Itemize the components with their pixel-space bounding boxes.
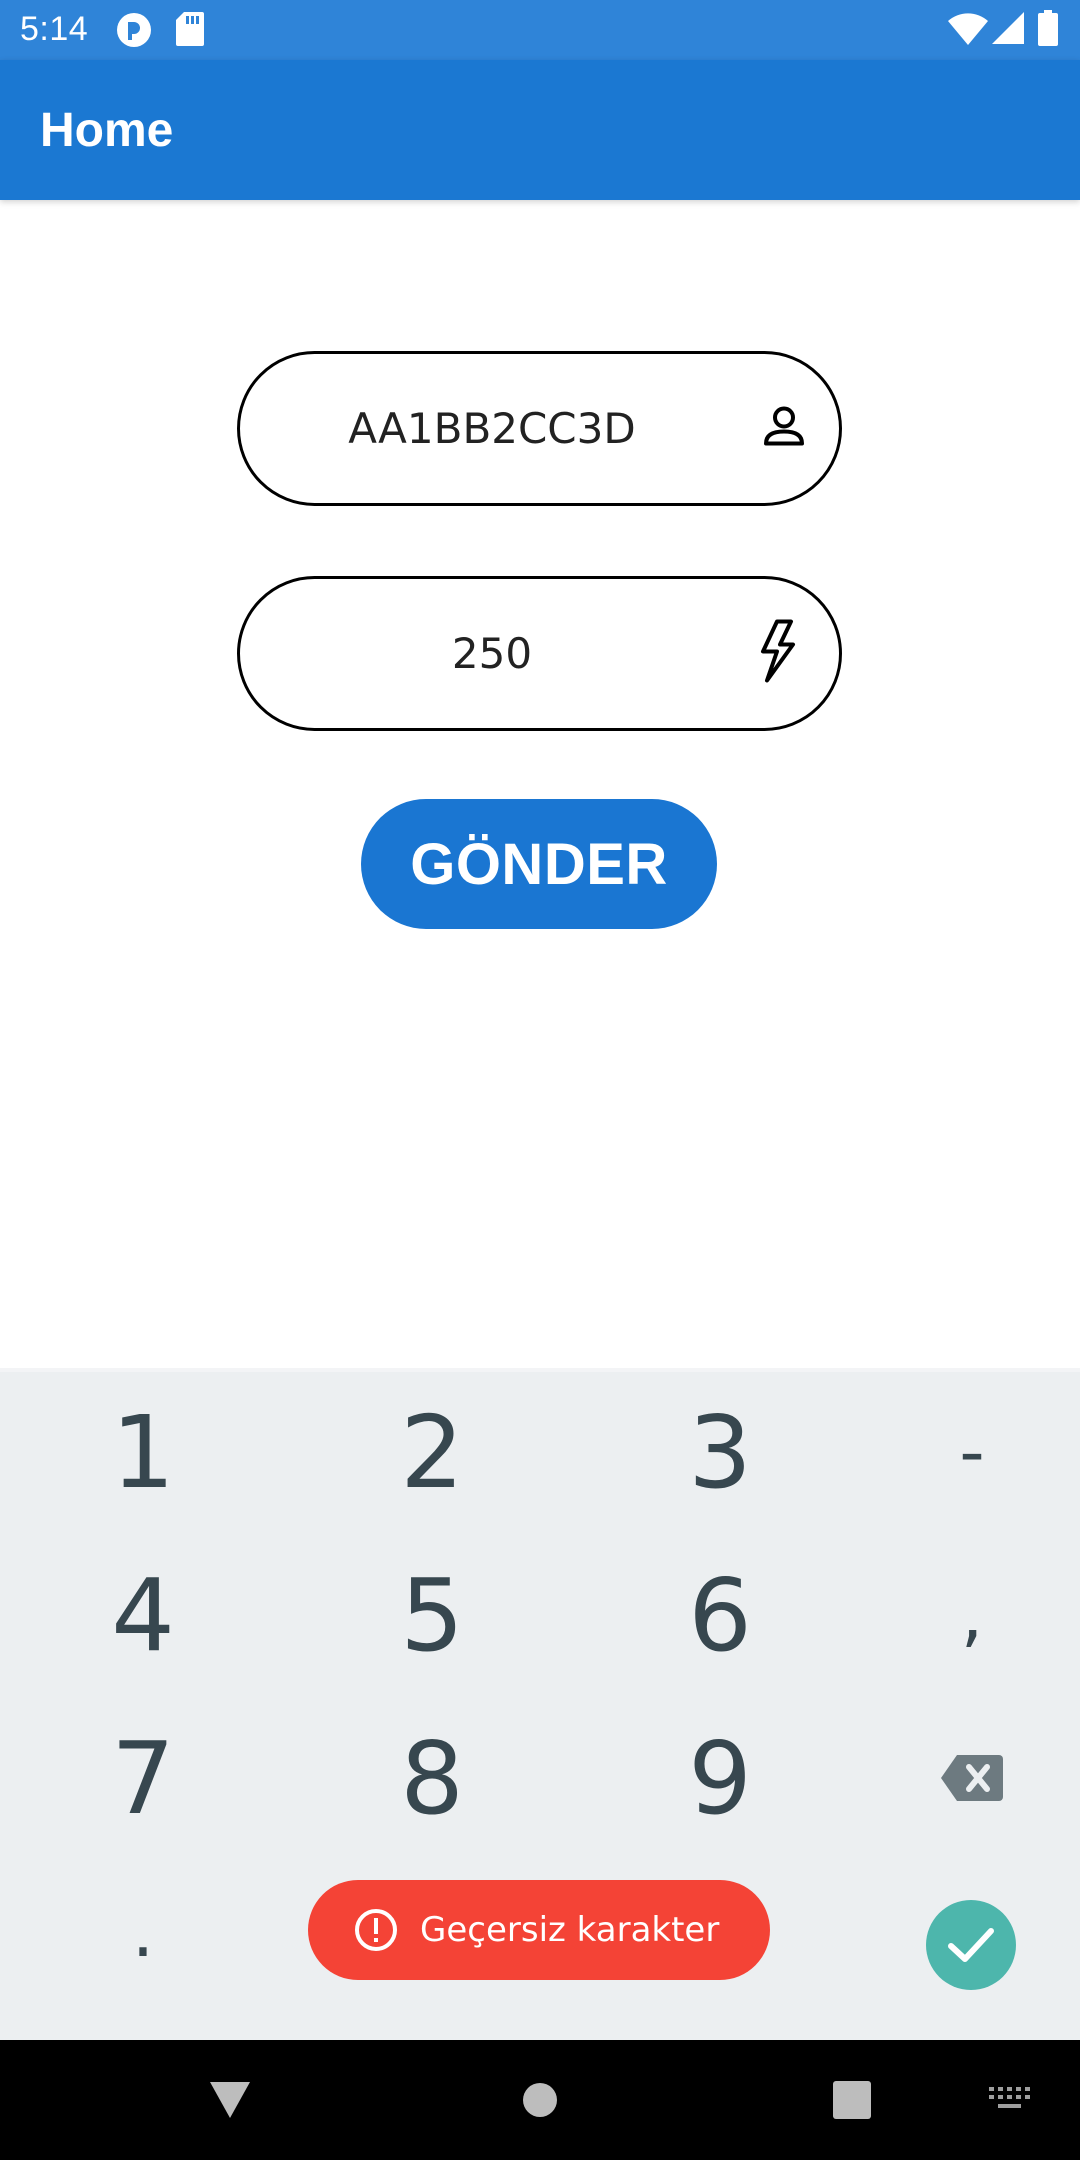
key-6[interactable]: 6: [610, 1535, 830, 1695]
navigation-bar: [0, 2040, 1080, 2160]
key-8[interactable]: 8: [322, 1698, 542, 1858]
key-minus[interactable]: -: [862, 1372, 1080, 1532]
key-1[interactable]: 1: [33, 1372, 253, 1532]
send-button[interactable]: GÖNDER: [361, 799, 717, 929]
app-bar: Home: [0, 60, 1080, 200]
key-7[interactable]: 7: [33, 1698, 253, 1858]
nav-back-button[interactable]: [190, 2040, 270, 2160]
page-title: Home: [40, 104, 174, 157]
back-triangle-icon: [210, 2082, 250, 2118]
toast-message: Geçersiz karakter: [420, 1910, 720, 1950]
app-notification-icon: [116, 12, 152, 53]
key-4[interactable]: 4: [33, 1535, 253, 1695]
key-comma[interactable]: ,: [862, 1535, 1080, 1695]
key-9[interactable]: 9: [610, 1698, 830, 1858]
recents-square-icon: [833, 2081, 871, 2119]
error-icon: [355, 1909, 397, 1951]
status-time: 5:14: [20, 10, 89, 48]
backspace-icon: [941, 1755, 1003, 1801]
battery-icon: [1038, 10, 1058, 51]
code-input[interactable]: [240, 354, 839, 503]
done-key[interactable]: [926, 1900, 1016, 1990]
lightning-icon: [755, 618, 799, 689]
home-circle-icon: [523, 2083, 557, 2117]
cell-signal-icon: [992, 12, 1024, 49]
amount-input[interactable]: [240, 579, 839, 728]
code-field[interactable]: [237, 351, 842, 506]
nav-recents-button[interactable]: [812, 2040, 892, 2160]
sd-card-icon: [176, 12, 204, 51]
person-icon: [761, 403, 807, 454]
nav-keyboard-button[interactable]: [980, 2040, 1040, 2160]
status-bar: 5:14: [0, 0, 1080, 60]
error-toast: Geçersiz karakter: [308, 1880, 770, 1980]
backspace-key[interactable]: [862, 1698, 1080, 1858]
amount-field[interactable]: [237, 576, 842, 731]
key-3[interactable]: 3: [610, 1372, 830, 1532]
checkmark-icon: [948, 1928, 994, 1962]
key-dot[interactable]: .: [33, 1852, 253, 2012]
nav-home-button[interactable]: [500, 2040, 580, 2160]
keyboard-icon: [989, 2087, 1030, 2108]
wifi-icon: [948, 13, 988, 50]
key-5[interactable]: 5: [322, 1535, 542, 1695]
key-2[interactable]: 2: [322, 1372, 542, 1532]
